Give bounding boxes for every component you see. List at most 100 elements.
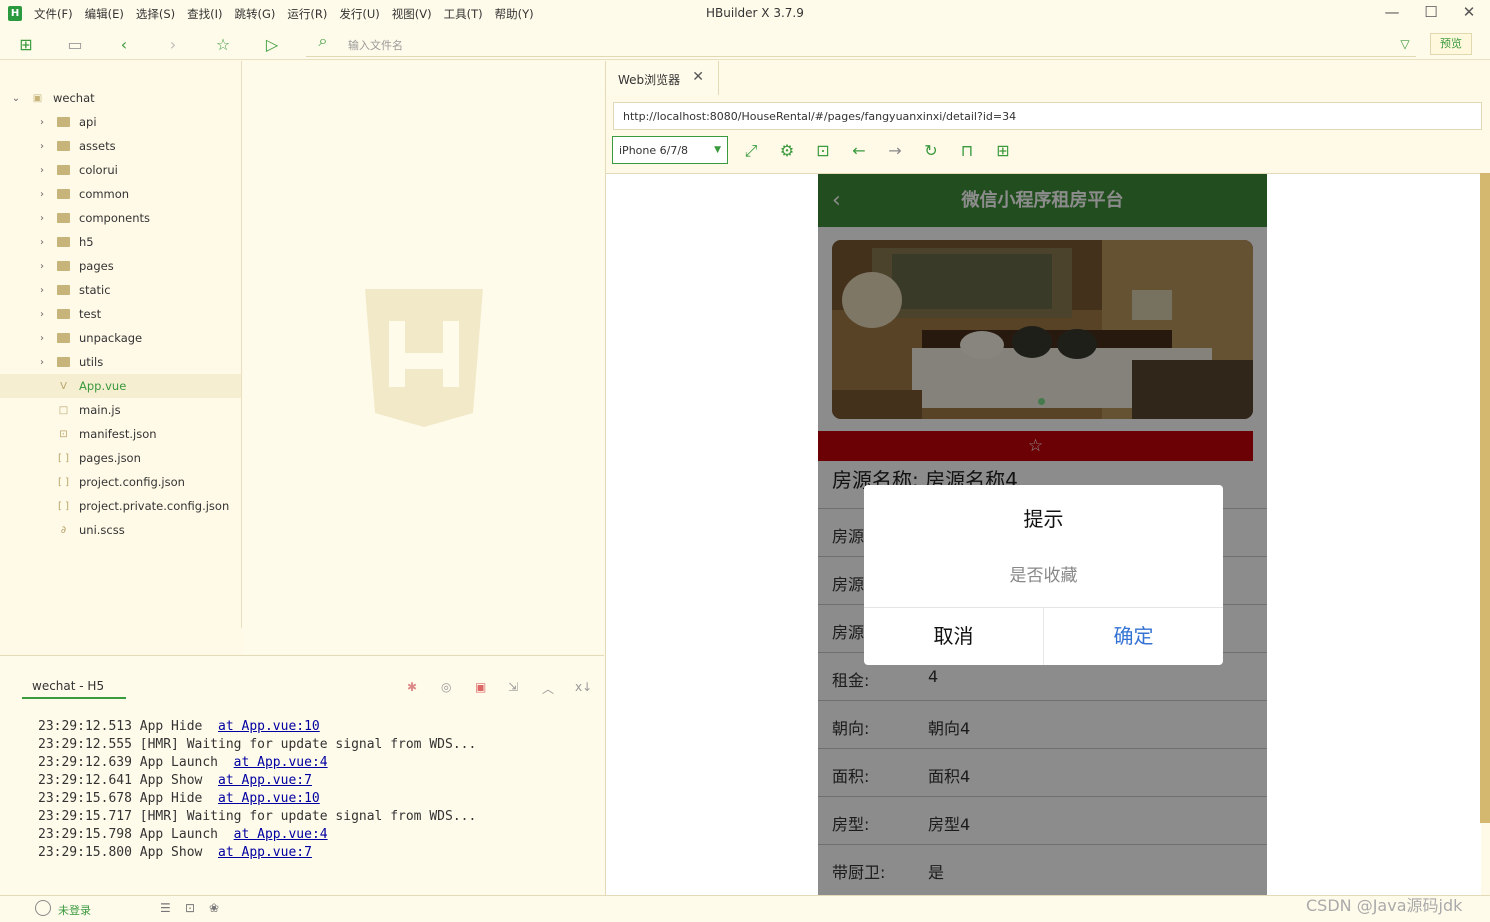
list-icon[interactable]: ☰ bbox=[160, 901, 171, 915]
chevron-right-icon: › bbox=[40, 236, 44, 248]
minimize-icon[interactable]: — bbox=[1382, 3, 1402, 21]
theme-icon[interactable]: ❀ bbox=[209, 901, 219, 915]
star-icon[interactable]: ☆ bbox=[212, 33, 234, 55]
qrcode-icon[interactable]: ⊞ bbox=[993, 141, 1013, 160]
folder-icon bbox=[57, 117, 70, 127]
export-icon[interactable]: ⇲ bbox=[508, 680, 518, 694]
run-icon[interactable]: ▷ bbox=[261, 33, 283, 55]
log-source-link[interactable]: at App.vue:4 bbox=[234, 755, 328, 770]
forward-icon[interactable]: › bbox=[162, 33, 184, 55]
console-icon[interactable]: ⊡ bbox=[813, 141, 833, 160]
menu-find[interactable]: 查找(I) bbox=[187, 6, 222, 22]
watermark: CSDN @Java源码jdk bbox=[1306, 896, 1463, 915]
menu-goto[interactable]: 跳转(G) bbox=[235, 6, 276, 22]
menu-edit[interactable]: 编辑(E) bbox=[85, 6, 124, 22]
tree-root[interactable]: ⌄ ▣ wechat bbox=[0, 86, 241, 110]
browser-viewport: ‹ 微信小程序租房平台 ☆ 房源名称: 房源名称4 房源 房源 房源 租金: 4… bbox=[606, 173, 1481, 896]
tree-file[interactable]: [ ] pages.json bbox=[0, 446, 241, 470]
tree-folder-colorui[interactable]: › colorui bbox=[0, 158, 241, 182]
terminal-icon[interactable]: ⊡ bbox=[185, 901, 195, 915]
tree-folder-static[interactable]: › static bbox=[0, 278, 241, 302]
project-icon: ▣ bbox=[32, 92, 43, 104]
filter-icon[interactable]: ▽ bbox=[1394, 33, 1416, 55]
menu-help[interactable]: 帮助(Y) bbox=[495, 6, 534, 22]
close-tab-icon[interactable]: ✕ bbox=[692, 69, 704, 85]
save-icon[interactable]: ▭ bbox=[64, 33, 86, 55]
tree-file[interactable]: [ ] project.private.config.json bbox=[0, 494, 241, 518]
avatar[interactable] bbox=[35, 900, 51, 916]
tree-file[interactable]: ⊡ manifest.json bbox=[0, 422, 241, 446]
back-icon[interactable]: ‹ bbox=[113, 33, 135, 55]
log-line: 23:29:15.678 App Hide at App.vue:10 bbox=[38, 791, 320, 806]
login-status[interactable]: 未登录 bbox=[58, 902, 91, 918]
url-input[interactable]: http://localhost:8080/HouseRental/#/page… bbox=[613, 102, 1482, 130]
tree-file[interactable]: □ main.js bbox=[0, 398, 241, 422]
file-icon: ⊡ bbox=[59, 428, 68, 440]
tree-file[interactable]: ∂ uni.scss bbox=[0, 518, 241, 542]
log-source-link[interactable]: at App.vue:4 bbox=[234, 827, 328, 842]
console-log: 23:29:12.513 App Hide at App.vue:10 23:29… bbox=[38, 718, 476, 862]
log-source-link[interactable]: at App.vue:7 bbox=[218, 845, 312, 860]
tree-folder-h5[interactable]: › h5 bbox=[0, 230, 241, 254]
toolbar: ⊞ ▭ ‹ › ☆ ▷ ⌕ 输入文件名 ▽ 预览 bbox=[0, 28, 1490, 60]
menu-file[interactable]: 文件(F) bbox=[34, 6, 73, 22]
status-bar: 未登录 ☰ ⊡ ❀ bbox=[0, 895, 1490, 922]
dropdown-icon: ▼ bbox=[714, 145, 721, 155]
menu-run[interactable]: 运行(R) bbox=[287, 6, 327, 22]
lock-icon[interactable]: ⊓ bbox=[957, 141, 977, 160]
log-line: 23:29:12.639 App Launch at App.vue:4 bbox=[38, 755, 328, 770]
log-source-link[interactable]: at App.vue:10 bbox=[218, 719, 320, 734]
tree-folder-components[interactable]: › components bbox=[0, 206, 241, 230]
web-browser-panel: Web浏览器 ✕ http://localhost:8080/HouseRent… bbox=[605, 61, 1490, 896]
cancel-button[interactable]: 取消 bbox=[864, 608, 1044, 665]
nav-forward-icon[interactable]: → bbox=[885, 141, 905, 160]
debug-icon[interactable]: ✱ bbox=[407, 680, 417, 694]
menu-tools[interactable]: 工具(T) bbox=[444, 6, 483, 22]
tree-folder-test[interactable]: › test bbox=[0, 302, 241, 326]
chevron-right-icon: › bbox=[40, 284, 44, 296]
file-search-icon: ⌕ bbox=[318, 31, 328, 50]
close-window-icon[interactable]: ✕ bbox=[1459, 3, 1479, 21]
device-select[interactable]: iPhone 6/7/8 ▼ bbox=[612, 136, 728, 164]
tree-folder-utils[interactable]: › utils bbox=[0, 350, 241, 374]
console-tab[interactable]: wechat - H5 bbox=[22, 679, 126, 699]
folder-icon bbox=[57, 285, 70, 295]
menu-bar: 文件(F) 编辑(E) 选择(S) 查找(I) 跳转(G) 运行(R) 发行(U… bbox=[34, 6, 534, 22]
rotate-icon[interactable]: ⤢ bbox=[741, 141, 761, 161]
log-source-link[interactable]: at App.vue:7 bbox=[218, 773, 312, 788]
maximize-icon[interactable]: ☐ bbox=[1421, 3, 1441, 21]
collapse-icon[interactable]: ︿ bbox=[542, 680, 554, 697]
tree-file[interactable]: [ ] project.config.json bbox=[0, 470, 241, 494]
h-logo-icon bbox=[365, 289, 483, 427]
settings-icon[interactable]: ⚙ bbox=[777, 141, 797, 160]
tree-folder-assets[interactable]: › assets bbox=[0, 134, 241, 158]
file-icon: [ ] bbox=[58, 500, 69, 512]
tree-folder-api[interactable]: › api bbox=[0, 110, 241, 134]
folder-icon bbox=[57, 141, 70, 151]
record-icon[interactable]: ◎ bbox=[441, 680, 451, 694]
scrollbar[interactable] bbox=[1480, 173, 1490, 823]
tree-folder-unpackage[interactable]: › unpackage bbox=[0, 326, 241, 350]
menu-view[interactable]: 视图(V) bbox=[392, 6, 432, 22]
browser-tab[interactable]: Web浏览器 ✕ bbox=[606, 61, 719, 95]
confirm-button[interactable]: 确定 bbox=[1044, 608, 1223, 665]
reload-icon[interactable]: ↻ bbox=[921, 141, 941, 160]
chevron-right-icon: › bbox=[40, 356, 44, 368]
menu-select[interactable]: 选择(S) bbox=[136, 6, 175, 22]
chevron-right-icon: › bbox=[40, 308, 44, 320]
folder-icon bbox=[57, 213, 70, 223]
modal-title: 提示 bbox=[1023, 507, 1064, 531]
tree-folder-pages[interactable]: › pages bbox=[0, 254, 241, 278]
tree-folder-common[interactable]: › common bbox=[0, 182, 241, 206]
new-file-icon[interactable]: ⊞ bbox=[15, 33, 37, 55]
folder-icon bbox=[57, 237, 70, 247]
clear-console-icon[interactable]: x↓ bbox=[575, 680, 592, 694]
file-search-input[interactable]: ⌕ 输入文件名 bbox=[306, 30, 1416, 57]
preview-button[interactable]: 预览 bbox=[1430, 33, 1472, 55]
log-source-link[interactable]: at App.vue:10 bbox=[218, 791, 320, 806]
stop-icon[interactable]: ▣ bbox=[475, 680, 486, 694]
tree-file[interactable]: V App.vue bbox=[0, 374, 241, 398]
editor-area bbox=[243, 61, 604, 654]
menu-publish[interactable]: 发行(U) bbox=[339, 6, 379, 22]
nav-back-icon[interactable]: ← bbox=[849, 141, 869, 160]
